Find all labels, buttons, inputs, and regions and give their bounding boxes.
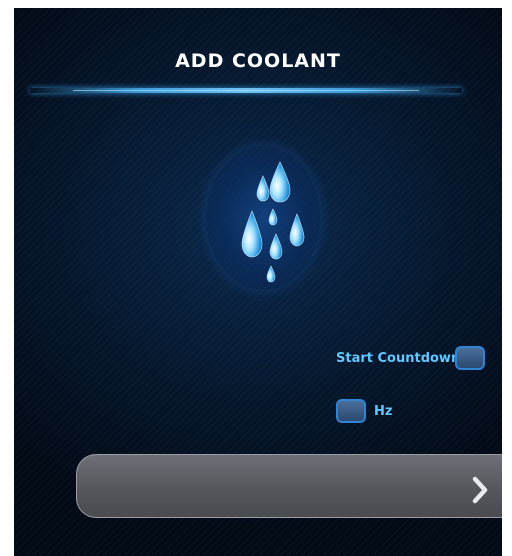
- coolant-drops-icon: [241, 161, 305, 283]
- hz-label: Hz: [374, 404, 393, 419]
- page-title: ADD COOLANT: [175, 50, 341, 72]
- start-countdown-label: Start Countdown: [336, 351, 461, 366]
- title-divider: [30, 88, 462, 93]
- hz-input-box[interactable]: [336, 399, 366, 423]
- chevron-right-icon[interactable]: [470, 475, 490, 505]
- coolant-screen: ADD COOLANT Start Countdown Hz: [14, 8, 502, 556]
- next-button[interactable]: [76, 454, 502, 518]
- start-countdown-checkbox[interactable]: [455, 346, 485, 370]
